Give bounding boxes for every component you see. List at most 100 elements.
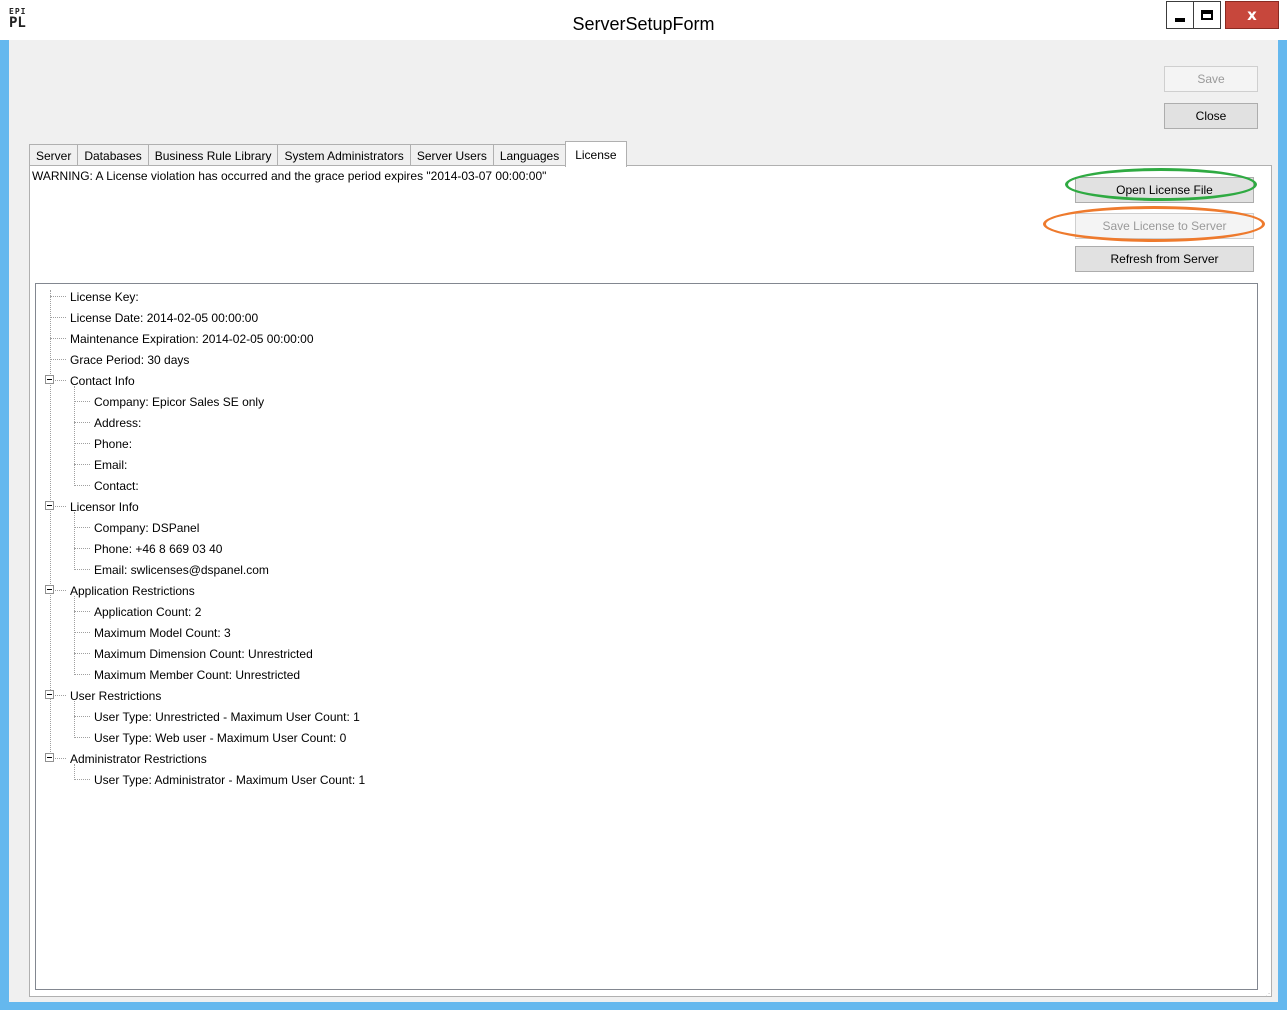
resize-grip-icon[interactable]: ⋰ — [1265, 989, 1275, 999]
tree-connector — [74, 485, 90, 486]
tab-strip: Server Databases Business Rule Library Syst… — [29, 141, 627, 167]
tree-node-label: Contact Info — [70, 373, 135, 388]
tree-node-label: Company: DSPanel — [94, 520, 200, 535]
tree-connector — [74, 716, 90, 717]
close-button[interactable]: Close — [1164, 103, 1258, 129]
license-warning: WARNING: A License violation has occurre… — [32, 169, 547, 183]
tree-connector — [74, 674, 90, 675]
tab-server[interactable]: Server — [29, 144, 79, 166]
tab-system-administrators[interactable]: System Administrators — [277, 144, 411, 166]
tree-node-label: Email: swlicenses@dspanel.com — [94, 562, 269, 577]
tree-connector — [50, 338, 66, 339]
tree-connector — [74, 443, 90, 444]
tab-page-license: WARNING: A License violation has occurre… — [29, 165, 1272, 997]
tree-connector — [74, 569, 90, 570]
tree-leaf-node[interactable]: License Date: 2014-02-05 00:00:00 — [68, 307, 258, 328]
tab-server-users[interactable]: Server Users — [409, 144, 494, 166]
close-icon: x — [1247, 6, 1257, 24]
collapse-toggle-icon[interactable] — [45, 501, 54, 510]
tree-leaf-node[interactable]: User Type: Web user - Maximum User Count… — [92, 727, 346, 748]
collapse-toggle-icon[interactable] — [45, 375, 54, 384]
tree-node-label: Contact: — [94, 478, 139, 493]
tree-node-label: Grace Period: 30 days — [70, 352, 190, 367]
tree-connector — [50, 317, 66, 318]
tree-node-label: License Date: 2014-02-05 00:00:00 — [70, 310, 259, 325]
tree-connector — [74, 779, 90, 780]
tree-branch-line — [74, 512, 75, 570]
tree-leaf-node[interactable]: Maintenance Expiration: 2014-02-05 00:00… — [68, 328, 314, 349]
tab-databases[interactable]: Databases — [77, 144, 149, 166]
tree-node-label: Address: — [94, 415, 142, 430]
tab-business-rule-library[interactable]: Business Rule Library — [147, 144, 279, 166]
tree-node-label: Company: Epicor Sales SE only — [94, 394, 265, 409]
tree-leaf-node[interactable]: Contact: — [92, 475, 139, 496]
tree-leaf-node[interactable]: Maximum Dimension Count: Unrestricted — [92, 643, 313, 664]
title-bar[interactable]: EPI PL ServerSetupForm x — [0, 0, 1287, 40]
tree-leaf-node[interactable]: User Type: Administrator - Maximum User … — [92, 769, 365, 790]
tree-group-node[interactable]: Administrator Restrictions — [68, 748, 207, 769]
tree-node-label: Administrator Restrictions — [70, 751, 207, 766]
minimize-button[interactable] — [1166, 1, 1194, 29]
collapse-toggle-icon[interactable] — [45, 585, 54, 594]
tree-group-node[interactable]: User Restrictions — [68, 685, 161, 706]
tree-node-label: Phone: +46 8 669 03 40 — [94, 541, 223, 556]
tree-leaf-node[interactable]: Maximum Model Count: 3 — [92, 622, 231, 643]
tree-node-label: User Type: Unrestricted - Maximum User C… — [94, 709, 360, 724]
tree-group-node[interactable]: Contact Info — [68, 370, 135, 391]
tree-leaf-node[interactable]: Address: — [92, 412, 141, 433]
form-client-area: Save Close Server Databases Business Rule … — [9, 40, 1278, 1002]
tree-node-label: User Restrictions — [70, 688, 162, 703]
tree-root-line — [50, 290, 51, 758]
tree-connector — [50, 296, 66, 297]
tree-leaf-node[interactable]: Company: Epicor Sales SE only — [92, 391, 264, 412]
tree-leaf-node[interactable]: Application Count: 2 — [92, 601, 201, 622]
tree-leaf-node[interactable]: License Key: — [68, 286, 139, 307]
tree-branch-line — [74, 386, 75, 486]
tab-languages[interactable]: Languages — [492, 144, 567, 166]
tree-connector — [74, 737, 90, 738]
tree-branch-line — [74, 596, 75, 675]
license-tree-view[interactable]: License Key: License Date: 2014-02-05 00:… — [35, 283, 1258, 990]
tree-node-label: Application Restrictions — [70, 583, 195, 598]
window-frame: EPI PL ServerSetupForm x Save Close Serv… — [0, 0, 1287, 1010]
tree-leaf-node[interactable]: User Type: Unrestricted - Maximum User C… — [92, 706, 360, 727]
tree-leaf-node[interactable]: Grace Period: 30 days — [68, 349, 189, 370]
tree-node-label: Phone: — [94, 436, 133, 451]
tree-leaf-node[interactable]: Email: — [92, 454, 127, 475]
tree-branch-line — [74, 701, 75, 738]
maximize-icon — [1201, 10, 1213, 20]
tree-node-label: Maximum Dimension Count: Unrestricted — [94, 646, 313, 661]
tree-connector — [74, 653, 90, 654]
tree-branch-line — [74, 764, 75, 780]
tree-node-label: License Key: — [70, 289, 139, 304]
tree-connector — [74, 548, 90, 549]
collapse-toggle-icon[interactable] — [45, 690, 54, 699]
close-window-button[interactable]: x — [1225, 1, 1279, 29]
tree-leaf-node[interactable]: Email: swlicenses@dspanel.com — [92, 559, 269, 580]
open-license-file-button[interactable]: Open License File — [1075, 177, 1254, 203]
tree-connector — [74, 632, 90, 633]
save-license-to-server-button[interactable]: Save License to Server — [1075, 213, 1254, 239]
tree-node-label: Maximum Member Count: Unrestricted — [94, 667, 301, 682]
refresh-from-server-button[interactable]: Refresh from Server — [1075, 246, 1254, 272]
save-button[interactable]: Save — [1164, 66, 1258, 92]
tree-node-label: Licensor Info — [70, 499, 139, 514]
window-title: ServerSetupForm — [572, 14, 715, 34]
collapse-toggle-icon[interactable] — [45, 753, 54, 762]
tree-node-label: Application Count: 2 — [94, 604, 202, 619]
tree-leaf-node[interactable]: Phone: +46 8 669 03 40 — [92, 538, 222, 559]
tree-leaf-node[interactable]: Company: DSPanel — [92, 517, 199, 538]
tree-connector — [74, 527, 90, 528]
tree-group-node[interactable]: Licensor Info — [68, 496, 139, 517]
tab-license[interactable]: License — [565, 141, 627, 167]
tree-node-label: User Type: Web user - Maximum User Count… — [94, 730, 347, 745]
minimize-icon — [1175, 18, 1185, 22]
tree-group-node[interactable]: Application Restrictions — [68, 580, 195, 601]
tree-node-label: Maintenance Expiration: 2014-02-05 00:00… — [70, 331, 314, 346]
tree-leaf-node[interactable]: Phone: — [92, 433, 132, 454]
tree-leaf-node[interactable]: Maximum Member Count: Unrestricted — [92, 664, 300, 685]
tree-connector — [74, 401, 90, 402]
maximize-button[interactable] — [1193, 1, 1221, 29]
tree-connector — [74, 422, 90, 423]
tree-connector — [50, 359, 66, 360]
